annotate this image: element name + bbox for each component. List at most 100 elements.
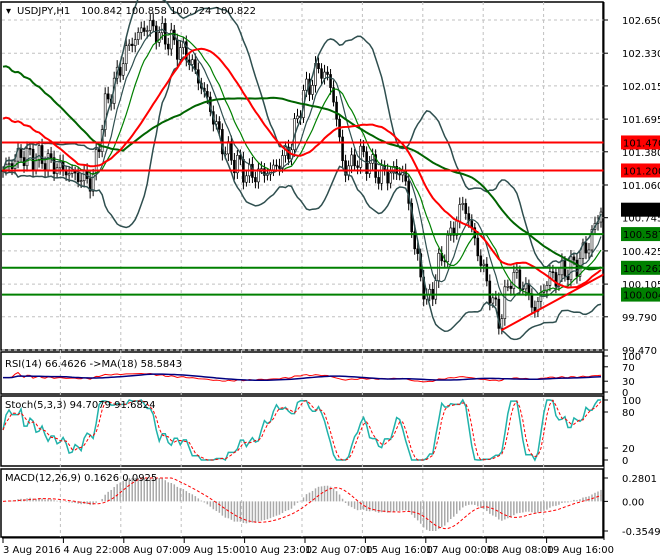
candle-body xyxy=(76,172,80,182)
indicator-tick-label: -0.3549 xyxy=(622,527,660,538)
candle-body xyxy=(40,145,44,164)
time-tick-label: 12 Aug 07:00 xyxy=(305,545,372,556)
candle-body xyxy=(584,242,588,254)
candle-body xyxy=(130,43,134,46)
candle-body xyxy=(166,43,170,50)
candle-body xyxy=(341,136,344,162)
candle-body xyxy=(127,43,131,46)
current-price-label: 100.822 xyxy=(623,206,660,217)
candle-body xyxy=(136,32,140,40)
candle-body xyxy=(218,121,221,130)
candle-body xyxy=(278,165,281,169)
candle-body xyxy=(178,47,182,60)
time-tick-label: 15 Aug 16:00 xyxy=(365,545,432,556)
candle-body xyxy=(326,71,329,75)
candle-body xyxy=(377,177,380,184)
candle-body xyxy=(362,145,365,152)
candle-body xyxy=(461,203,465,205)
rsi-header: RSI(14) 66.4626 ->MA(18) 58.5843 xyxy=(5,359,182,370)
level-price-label: 100.004 xyxy=(623,291,660,302)
candle-body xyxy=(329,74,332,88)
candle-body xyxy=(566,276,570,281)
time-tick-label: 8 Aug 07:00 xyxy=(124,545,185,556)
price-tick-label: 102.015 xyxy=(622,82,660,93)
symbol-header: USDJPY,H1 xyxy=(17,6,70,17)
candle-body xyxy=(503,286,507,319)
candle-body xyxy=(160,22,164,33)
candle-body xyxy=(488,280,492,304)
candle-body xyxy=(371,154,374,164)
candle-body xyxy=(320,68,323,79)
time-tick-label: 3 Aug 2016 xyxy=(3,545,61,556)
candle-body xyxy=(31,148,35,171)
candle-body xyxy=(121,63,125,76)
candle-body xyxy=(464,203,468,214)
candle-body xyxy=(353,154,356,167)
candle-body xyxy=(191,59,194,65)
candle-body xyxy=(434,280,438,300)
time-tick-label: 10 Aug 23:00 xyxy=(245,545,312,556)
candle-body xyxy=(506,285,510,288)
candle-body xyxy=(446,234,450,262)
candle-body xyxy=(359,145,362,168)
candle-body xyxy=(28,147,32,150)
candle-body xyxy=(509,285,513,289)
candle-body xyxy=(49,153,53,158)
chart-menu-icon[interactable]: ▾ xyxy=(6,6,11,17)
candle-body xyxy=(512,272,516,289)
candle-body xyxy=(389,172,392,184)
candle-body xyxy=(380,165,383,184)
candle-body xyxy=(34,160,38,171)
candle-body xyxy=(245,175,248,183)
indicator-tick-label: 0.2801 xyxy=(622,474,657,485)
ma-mid-line xyxy=(2,47,602,289)
candle-body xyxy=(416,248,419,254)
candle-body xyxy=(70,170,74,174)
candle-body xyxy=(296,115,299,119)
indicator-tick-label: 30 xyxy=(622,377,635,388)
indicator-tick-label: 80 xyxy=(622,408,635,419)
candle-body xyxy=(368,162,371,174)
candle-body xyxy=(317,63,320,69)
candle-body xyxy=(266,173,269,176)
candle-body xyxy=(491,297,495,304)
candle-body xyxy=(7,163,11,165)
candle-body xyxy=(485,263,489,282)
level-price-label: 100.587 xyxy=(623,230,660,241)
candle-body xyxy=(124,45,128,65)
candle-body xyxy=(323,71,326,79)
candle-body xyxy=(79,180,83,183)
price-tick-label: 101.695 xyxy=(622,115,660,126)
candle-body xyxy=(118,66,122,76)
price-tick-label: 101.060 xyxy=(622,181,660,192)
candle-body xyxy=(230,141,233,161)
price-tick-label: 100.425 xyxy=(622,247,660,258)
price-tick-label: 102.650 xyxy=(622,16,660,27)
candle-body xyxy=(272,164,275,170)
time-tick-label: 17 Aug 00:00 xyxy=(426,545,493,556)
candle-body xyxy=(163,22,167,45)
indicator-tick-label: 20 xyxy=(622,444,635,455)
candle-body xyxy=(46,153,50,172)
candle-body xyxy=(254,177,257,183)
candle-body xyxy=(530,294,534,308)
candle-body xyxy=(386,170,389,184)
candle-body xyxy=(145,30,149,32)
candle-body xyxy=(25,147,29,167)
candle-body xyxy=(97,149,101,152)
candle-body xyxy=(142,27,146,32)
level-price-label: 100.262 xyxy=(623,264,660,275)
stoch-header: Stoch(5,3,3) 94.7079 91.6824 xyxy=(5,400,156,411)
price-tick-label: 102.330 xyxy=(622,49,660,60)
candle-body xyxy=(67,173,71,176)
indicator-tick-label: 70 xyxy=(622,363,635,374)
level-price-label: 101.470 xyxy=(623,138,660,149)
candle-body xyxy=(151,20,155,27)
level-price-label: 101.200 xyxy=(623,166,660,177)
candle-body xyxy=(479,255,483,266)
time-tick-label: 18 Aug 08:00 xyxy=(486,545,553,556)
candle-body xyxy=(311,85,314,95)
candle-body xyxy=(476,237,480,257)
trading-chart[interactable]: 102.650102.330102.015101.695101.380101.0… xyxy=(0,0,660,560)
candle-body xyxy=(154,25,158,43)
